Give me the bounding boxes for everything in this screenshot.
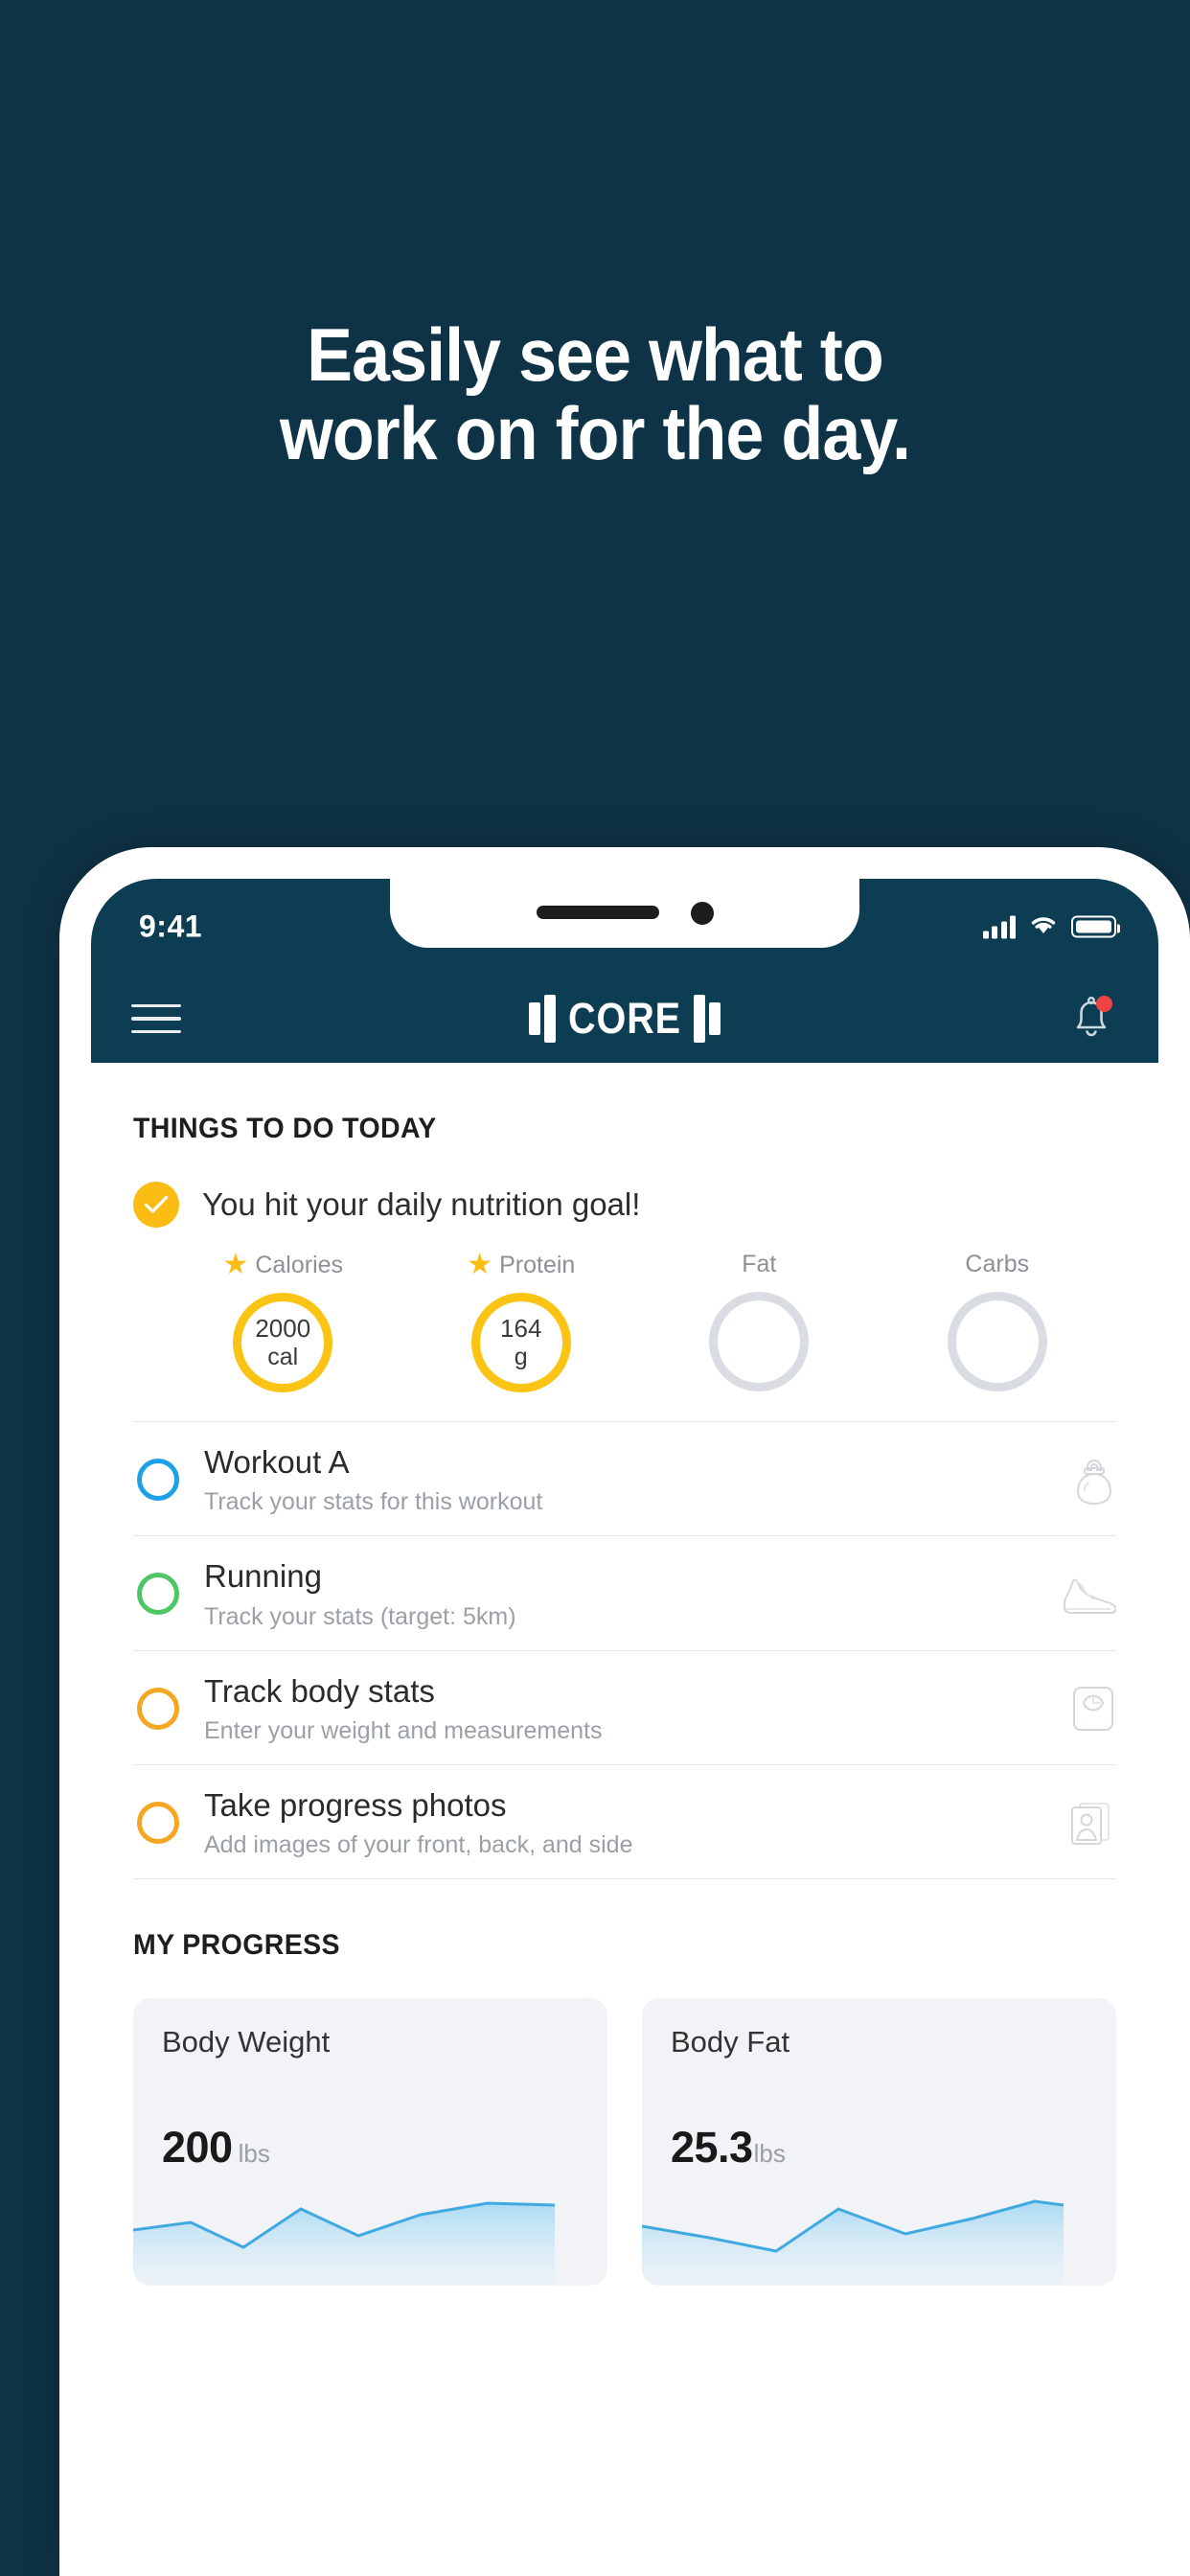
macro-label-carbs: Carbs [965,1251,1030,1277]
task-subtitle: Enter your weight and measurements [204,1716,603,1744]
progress-card-body-weight[interactable]: Body Weight 200 lbs [133,1998,607,2286]
progress-section-title: MY PROGRESS [133,1929,340,1961]
check-circle-icon [133,1182,179,1228]
cellular-signal-icon [982,915,1016,938]
card-number: 25.3 [671,2123,753,2172]
macro-ring-calories: 2000 cal [233,1293,333,1392]
notification-bell-button[interactable] [1064,992,1118,1046]
front-camera [691,902,714,925]
earpiece-speaker [537,906,659,919]
hamburger-menu-icon[interactable] [131,995,181,1044]
dumbbell-icon-right [694,995,721,1043]
macro-label-fat: Fat [742,1251,777,1277]
phone-notch [390,879,859,948]
card-value: 25.3 lbs [671,2123,786,2173]
app-header: CORE [91,975,1158,1063]
task-checkbox[interactable] [137,1459,179,1502]
headline-line-2: work on for the day. [279,390,911,475]
macro-label-calories: ★ Calories [222,1249,344,1280]
task-title: Take progress photos [204,1786,507,1823]
headline-line-1: Easily see what to [307,312,884,397]
task-row-running[interactable]: Running Track your stats (target: 5km) [133,1535,1116,1649]
macro-ring-protein: 164 g [470,1293,571,1392]
status-bar: 9:41 [91,879,1158,975]
progress-photo-icon [1049,1798,1116,1848]
task-checkbox[interactable] [137,1573,179,1616]
status-time: 9:41 [139,908,203,944]
task-row-progress-photos[interactable]: Take progress photos Add images of your … [133,1763,1116,1879]
task-title: Workout A [204,1444,350,1480]
macro-fat[interactable]: Fat [640,1251,879,1392]
nutrition-goal-message: You hit your daily nutrition goal! [202,1186,641,1222]
task-subtitle: Track your stats for this workout [204,1488,543,1516]
notification-badge [1096,996,1112,1012]
screen-content: THINGS TO DO TODAY You hit your daily nu… [91,1113,1158,2286]
macro-rings: ★ Calories 2000 cal ★ Protein 164 g Fat … [133,1251,1116,1392]
battery-icon [1071,915,1120,938]
running-shoe-icon [1049,1573,1116,1615]
macro-carbs[interactable]: Carbs [879,1251,1117,1392]
sparkline-chart [133,2201,555,2286]
task-subtitle: Track your stats (target: 5km) [204,1602,516,1630]
task-checkbox[interactable] [137,1687,179,1730]
app-logo: CORE [528,994,721,1044]
promo-headline: Easily see what to work on for the day. [48,315,1143,475]
macro-ring-carbs [947,1292,1047,1392]
sparkline-chart [642,2199,1064,2286]
star-icon: ★ [222,1249,249,1280]
card-unit: lbs [753,2139,786,2168]
card-number: 200 [162,2123,233,2172]
progress-card-body-fat[interactable]: Body Fat 25.3 lbs [642,1998,1116,2286]
card-title: Body Weight [162,2025,331,2058]
macro-protein[interactable]: ★ Protein 164 g [402,1251,641,1392]
task-list: Workout A Track your stats for this work… [133,1421,1116,1879]
macro-calories[interactable]: ★ Calories 2000 cal [164,1251,402,1392]
task-checkbox[interactable] [137,1801,179,1844]
task-subtitle: Add images of your front, back, and side [204,1831,633,1858]
phone-screen: 9:41 CORE THINGS TO DO TODAY You hit you… [91,879,1158,2576]
nutrition-goal-row[interactable]: You hit your daily nutrition goal! [133,1182,1116,1228]
macro-label-protein: ★ Protein [467,1249,576,1280]
kettlebell-icon [1049,1454,1116,1506]
task-title: Running [204,1558,322,1595]
task-row-workout-a[interactable]: Workout A Track your stats for this work… [133,1421,1116,1535]
macro-ring-fat [709,1292,810,1392]
card-unit: lbs [238,2139,270,2168]
wifi-icon [1028,913,1059,941]
app-logo-text: CORE [568,994,681,1043]
task-title: Track body stats [204,1672,435,1709]
status-icons [982,913,1120,941]
star-icon: ★ [467,1249,493,1280]
card-value: 200 lbs [162,2123,270,2173]
dumbbell-icon-left [528,995,556,1043]
task-row-track-body-stats[interactable]: Track body stats Enter your weight and m… [133,1649,1116,1764]
phone-mockup: 9:41 CORE THINGS TO DO TODAY You hit you… [59,847,1190,2576]
progress-cards: Body Weight 200 lbs Body Fat 25.3 lbs [133,1998,1116,2286]
weight-scale-icon [1049,1684,1116,1734]
todo-section-title: THINGS TO DO TODAY [133,1113,437,1144]
card-title: Body Fat [671,2025,790,2058]
